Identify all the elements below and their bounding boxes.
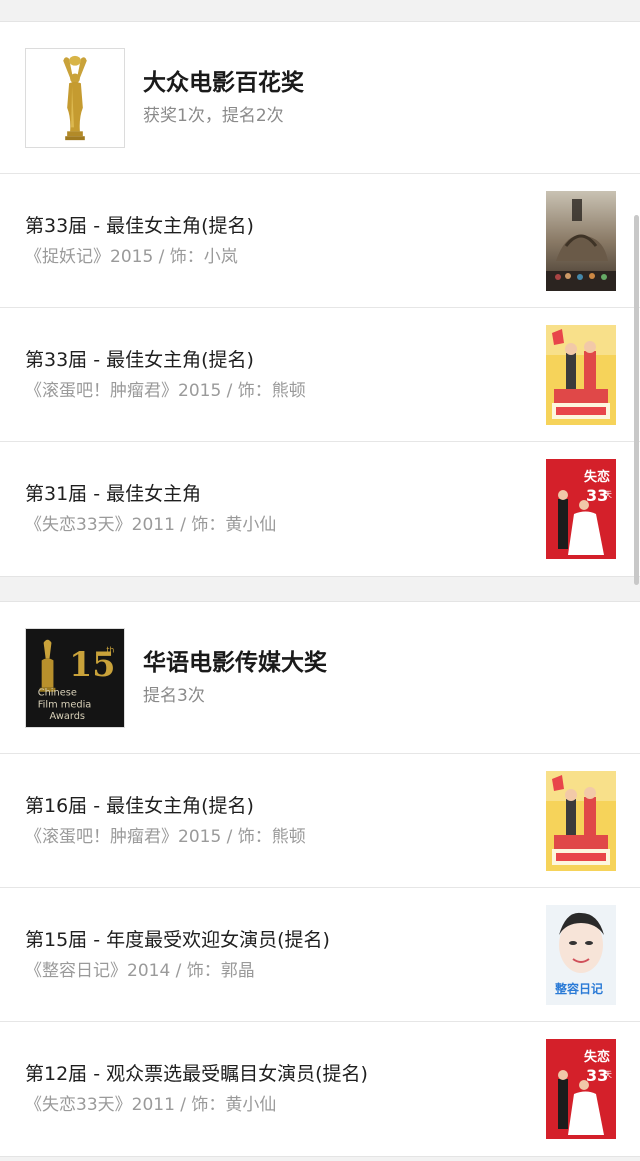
poster-tian: 天 [604,1070,612,1079]
logo-line3: Awards [50,711,86,722]
section-divider [0,576,640,602]
scrollbar[interactable] [634,215,639,585]
entry-meta: 《失恋33天》2011 / 饰：黄小仙 [25,1095,277,1115]
award-entry[interactable]: 第33届 - 最佳女主角(提名) 《捉妖记》2015 / 饰：小岚 [0,174,640,308]
facelift-diary-poster[interactable]: 整容日记 [546,904,616,1005]
go-away-mr-tumor-poster[interactable] [546,324,616,425]
award-section-chinese-film-media: 15 th Chinese Film media Awards 华语电影传媒大奖… [0,602,640,1156]
award-name: 华语电影传媒大奖 [143,649,327,676]
entry-meta: 《滚蛋吧！肿瘤君》2015 / 饰：熊顿 [25,826,306,847]
love-is-not-blind-poster[interactable]: 失恋 33 天 [546,1039,616,1139]
poster-title: 失恋 [584,1049,610,1065]
monster-hunt-poster[interactable] [546,190,616,291]
entry-title: 第12届 - 观众票选最受瞩目女演员(提名) [25,1063,368,1085]
logo-line1: Chinese [38,687,77,698]
go-away-mr-tumor-poster[interactable] [546,770,616,871]
poster-title: 失恋 [584,469,610,485]
award-entry[interactable]: 第12届 - 观众票选最受瞩目女演员(提名) 《失恋33天》2011 / 饰：黄… [0,1022,640,1156]
award-entry[interactable]: 第33届 - 最佳女主角(提名) 《滚蛋吧！肿瘤君》2015 / 饰：熊顿 [0,308,640,442]
logo-line2: Film media [38,699,92,710]
award-header[interactable]: 大众电影百花奖 获奖1次，提名2次 [0,22,640,174]
entry-title: 第33届 - 最佳女主角(提名) [25,348,254,371]
award-summary: 获奖1次，提名2次 [143,105,284,126]
poster-title: 整容日记 [554,981,603,996]
award-summary: 提名3次 [143,685,205,706]
logo-suffix: th [106,645,114,654]
chinese-film-media-awards-15-logo: 15 th Chinese Film media Awards [25,627,125,728]
award-section-hundred-flowers: 大众电影百花奖 获奖1次，提名2次 第33届 - 最佳女主角(提名) 《捉妖记》… [0,22,640,576]
award-header[interactable]: 15 th Chinese Film media Awards 华语电影传媒大奖… [0,602,640,754]
bottom-spacer [0,1156,640,1161]
award-name: 大众电影百花奖 [143,69,304,96]
entry-title: 第15届 - 年度最受欢迎女演员(提名) [25,928,330,951]
entry-meta: 《捉妖记》2015 / 饰：小岚 [25,246,238,267]
top-spacer [0,0,640,22]
entry-title: 第31届 - 最佳女主角 [25,483,202,505]
love-is-not-blind-poster[interactable]: 失恋 33 天 [546,459,616,559]
award-entry[interactable]: 第15届 - 年度最受欢迎女演员(提名) 《整容日记》2014 / 饰：郭晶 整… [0,888,640,1022]
award-entry[interactable]: 第31届 - 最佳女主角 《失恋33天》2011 / 饰：黄小仙 失恋 33 天 [0,442,640,576]
poster-tian: 天 [604,490,612,499]
entry-meta: 《滚蛋吧！肿瘤君》2015 / 饰：熊顿 [25,380,306,401]
entry-title: 第33届 - 最佳女主角(提名) [25,214,254,237]
entry-meta: 《整容日记》2014 / 饰：郭晶 [25,960,255,981]
award-entry[interactable]: 第16届 - 最佳女主角(提名) 《滚蛋吧！肿瘤君》2015 / 饰：熊顿 [0,754,640,888]
entry-meta: 《失恋33天》2011 / 饰：黄小仙 [25,515,277,535]
entry-title: 第16届 - 最佳女主角(提名) [25,794,254,817]
golden-trophy-icon [25,47,125,148]
